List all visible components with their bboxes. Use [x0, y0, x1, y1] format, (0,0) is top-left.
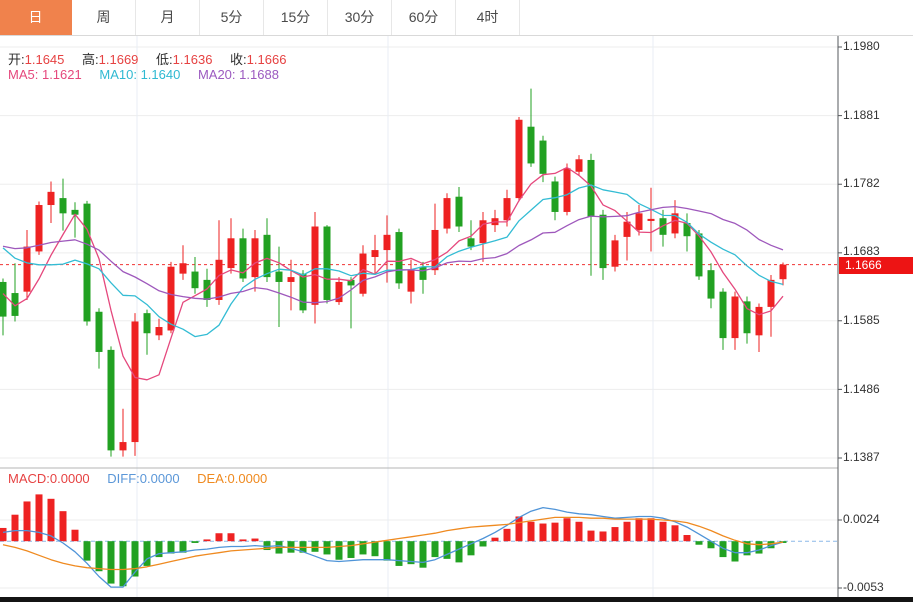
tab-60min[interactable]: 60分 — [392, 0, 456, 35]
macd-value: 0.0000 — [50, 471, 90, 486]
tab-5min[interactable]: 5分 — [200, 0, 264, 35]
close-label: 收: — [230, 52, 247, 67]
ma10-label: MA10: — [99, 67, 137, 82]
ma-legend: MA5: 1.1621 MA10: 1.1640 MA20: 1.1688 — [8, 67, 279, 82]
price-axis-label: 1.1782 — [843, 176, 880, 190]
macd-axis-label: -0.0053 — [843, 580, 884, 594]
macd-legend: MACD:0.0000 DIFF:0.0000 DEA:0.0000 — [8, 471, 267, 486]
price-axis-label: 1.1585 — [843, 313, 880, 327]
macd-axis-label: 0.0024 — [843, 512, 880, 526]
price-axis-label: 1.1881 — [843, 108, 880, 122]
tab-4hour[interactable]: 4时 — [456, 0, 520, 35]
ma5-value: 1.1621 — [42, 67, 82, 82]
macd-label: MACD: — [8, 471, 50, 486]
dea-value: 0.0000 — [228, 471, 268, 486]
low-label: 低: — [156, 52, 173, 67]
ma20-value: 1.1688 — [239, 67, 279, 82]
tab-week[interactable]: 周 — [72, 0, 136, 35]
open-label: 开: — [8, 52, 25, 67]
period-tab-bar: 日 周 月 5分 15分 30分 60分 4时 — [0, 0, 913, 36]
price-axis-label: 1.1387 — [843, 450, 880, 464]
candlestick-macd-chart[interactable] — [0, 0, 913, 602]
high-label: 高: — [82, 52, 99, 67]
high-value: 1.1669 — [99, 52, 139, 67]
ma5-label: MA5: — [8, 67, 38, 82]
tab-month[interactable]: 月 — [136, 0, 200, 35]
tab-30min[interactable]: 30分 — [328, 0, 392, 35]
tab-day[interactable]: 日 — [0, 0, 72, 35]
low-value: 1.1636 — [173, 52, 213, 67]
ohlc-legend: 开:1.1645 高:1.1669 低:1.1636 收:1.1666 — [8, 49, 286, 68]
price-axis-label: 1.1486 — [843, 382, 880, 396]
dea-label: DEA: — [197, 471, 227, 486]
last-price-tag: 1.1666 — [839, 257, 913, 274]
close-value: 1.1666 — [247, 52, 287, 67]
ma20-label: MA20: — [198, 67, 236, 82]
tab-15min[interactable]: 15分 — [264, 0, 328, 35]
open-value: 1.1645 — [25, 52, 65, 67]
diff-label: DIFF: — [107, 471, 140, 486]
ma10-value: 1.1640 — [141, 67, 181, 82]
price-axis-label: 1.1980 — [843, 39, 880, 53]
diff-value: 0.0000 — [140, 471, 180, 486]
price-axis-label: 1.1683 — [843, 244, 880, 258]
